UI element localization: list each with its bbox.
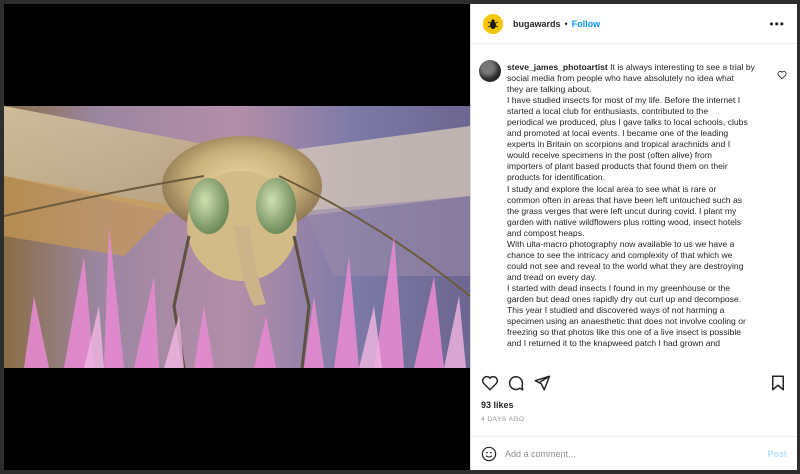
comment-line: I study and explore the local area to se… xyxy=(507,183,717,194)
action-bar xyxy=(481,368,787,398)
comment-line: periodical we produced, plus I gave talk… xyxy=(507,117,748,128)
comment-line: chance to see the intricacy and complexi… xyxy=(507,249,733,260)
comment-line: could not see and reveal to the world wh… xyxy=(507,260,744,271)
comment-line: freezing so that photos like this one of… xyxy=(507,327,742,338)
comment-line: started a local club for enthusiasts, co… xyxy=(507,106,709,117)
heart-icon[interactable] xyxy=(481,374,499,392)
comment-text: steve_james_photoartist It is always int… xyxy=(507,62,771,349)
comment-line: I started with dead insects I found in m… xyxy=(507,282,731,293)
comment-line: and I returned it to the knapweed patch … xyxy=(507,338,721,349)
comments-section[interactable]: steve_james_photoartist It is always int… xyxy=(479,60,789,360)
comment-line: importers of plant based products that f… xyxy=(507,161,728,172)
commenter-username[interactable]: steve_james_photoartist xyxy=(507,62,608,72)
comment-line: experts in Britain on scorpions and trop… xyxy=(507,139,731,150)
comment-like-heart-icon[interactable] xyxy=(777,70,787,80)
comment-line: and promoted at local events. I became o… xyxy=(507,128,729,139)
comment-line: and tread on every day. xyxy=(507,271,597,282)
post-timestamp[interactable]: 4 DAYS AGO xyxy=(481,416,525,423)
profile-avatar[interactable] xyxy=(483,13,503,34)
comment-line: specimen using an anaesthetic that does … xyxy=(507,316,746,327)
comment-line: With ulta-macro photography now availabl… xyxy=(507,238,735,249)
comment-line: and compost heaps. xyxy=(507,227,585,238)
comment-line: products for identification. xyxy=(507,172,605,183)
share-icon[interactable] xyxy=(533,374,551,392)
comment-icon[interactable] xyxy=(507,374,525,392)
comment-line: they are talking about. xyxy=(507,84,592,95)
comment-line: would receive specimens in the post (oft… xyxy=(507,150,712,161)
comment-line: This year I studied and discovered ways … xyxy=(507,305,725,316)
post-header: bugawards • Follow ••• xyxy=(471,4,797,44)
add-comment-bar: Post xyxy=(471,436,797,470)
comment-line: It is always interesting to see a trial … xyxy=(610,62,755,72)
follow-button[interactable]: Follow xyxy=(572,19,601,29)
comment-line: common often in areas that have been lef… xyxy=(507,194,743,205)
bug-logo-icon xyxy=(487,18,499,29)
post-comment-button[interactable]: Post xyxy=(767,449,787,459)
post-image[interactable] xyxy=(4,106,470,368)
comment-line: garden but dead ones rapidly dry out cur… xyxy=(507,293,742,304)
post-username[interactable]: bugawards xyxy=(513,19,561,29)
post-side-panel: bugawards • Follow ••• steve_james_photo… xyxy=(470,4,797,470)
comment-line: I have studied insects for most of my li… xyxy=(507,95,741,106)
post-modal: bugawards • Follow ••• steve_james_photo… xyxy=(4,4,797,470)
bookmark-icon[interactable] xyxy=(769,374,787,392)
comment-line: the grass verges that were left uncut du… xyxy=(507,205,737,216)
insect-macro-photo xyxy=(4,106,470,368)
comment-line: garden with native wildflowers plus rott… xyxy=(507,216,742,227)
more-options-button[interactable]: ••• xyxy=(769,17,785,31)
commenter-avatar[interactable] xyxy=(479,60,501,82)
comment-line: social media from people who have absolu… xyxy=(507,73,734,84)
comment-input[interactable] xyxy=(503,447,768,460)
likes-count[interactable]: 93 likes xyxy=(481,400,514,410)
emoji-icon[interactable] xyxy=(481,446,497,462)
separator-dot: • xyxy=(564,18,568,29)
